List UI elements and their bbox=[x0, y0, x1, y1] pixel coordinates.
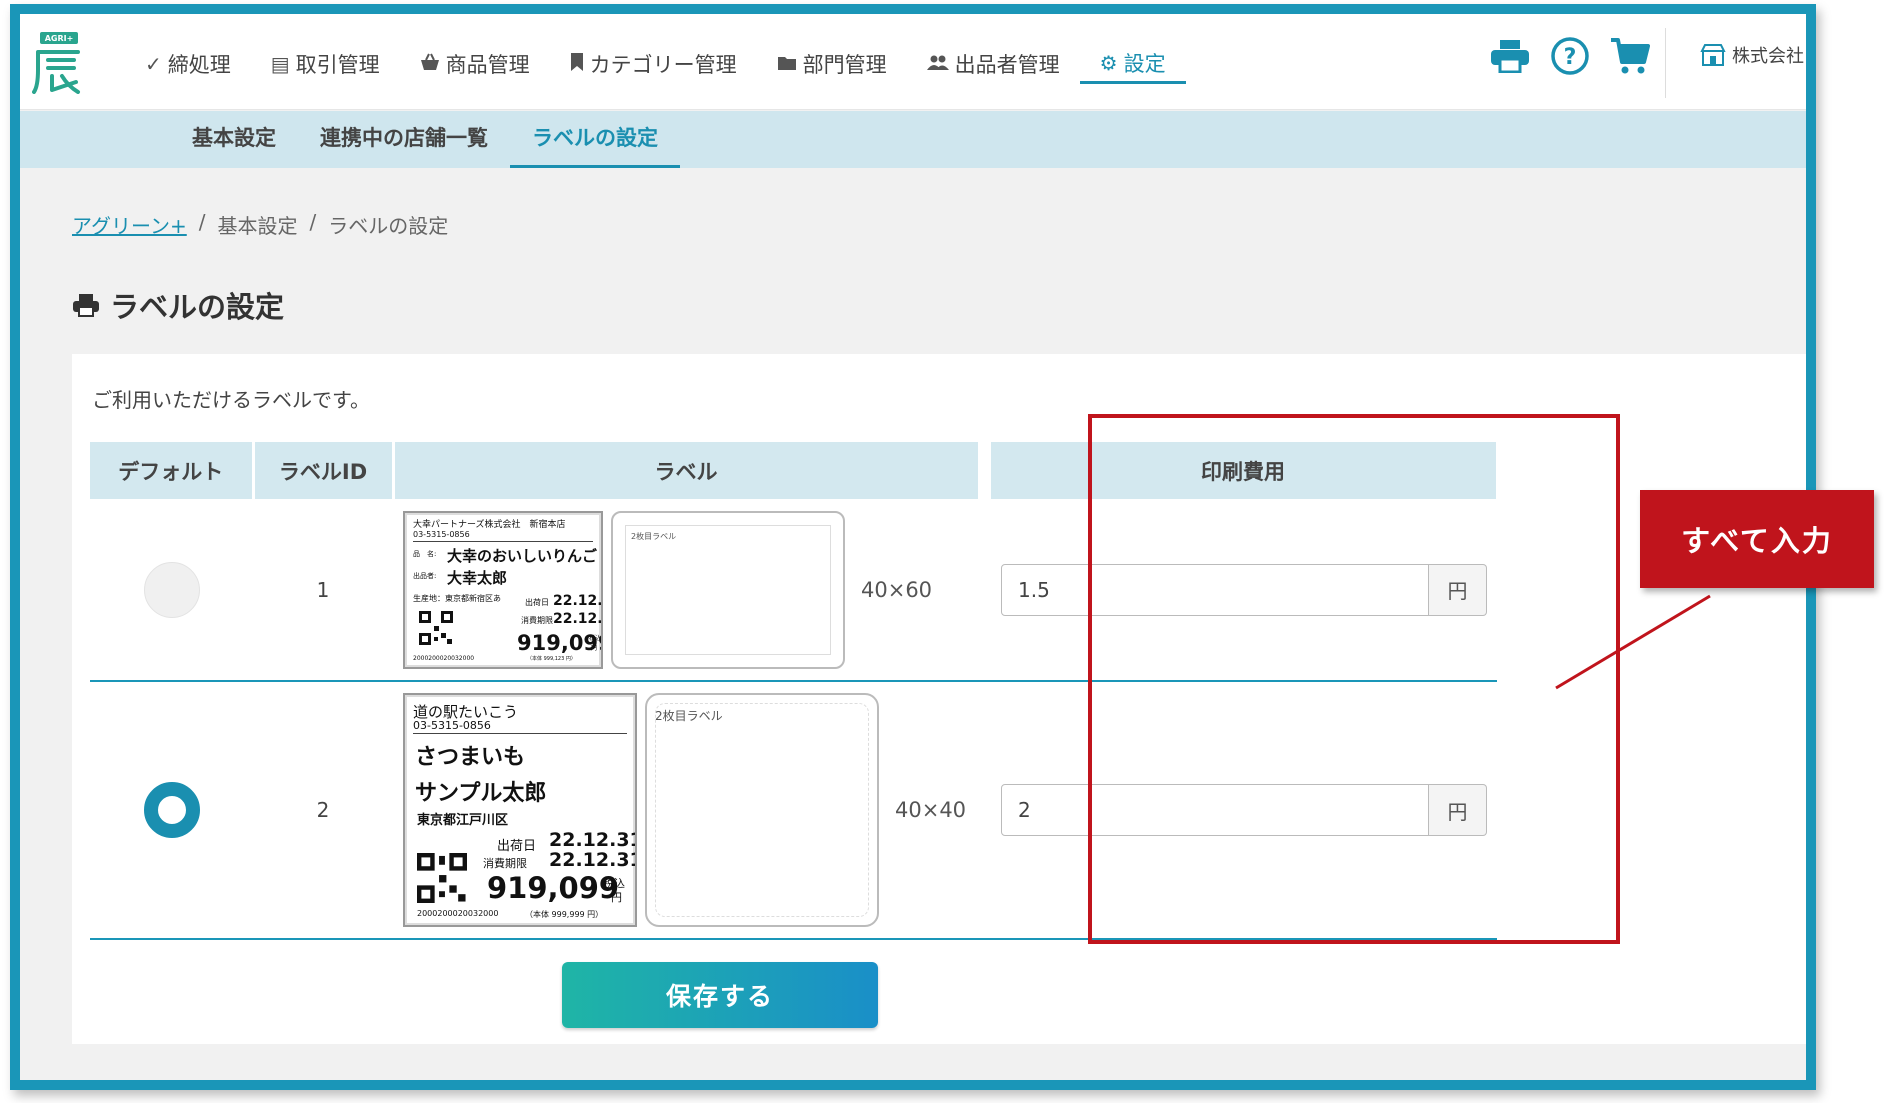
gear-icon: ⚙ bbox=[1099, 50, 1118, 75]
label-id-cell: 2 bbox=[253, 681, 393, 940]
sticker-producer: サンプル太郎 bbox=[415, 781, 547, 806]
qr-code-icon bbox=[417, 853, 467, 903]
second-label-preview: 2枚目ラベル bbox=[611, 510, 845, 669]
bookmark-icon bbox=[570, 52, 584, 77]
column-header-label-id: ラベルID bbox=[253, 442, 395, 499]
company-name: 株式会社ア bbox=[1732, 46, 1816, 67]
column-header-label: ラベル bbox=[393, 442, 981, 499]
nav-settings[interactable]: ⚙ 設定 bbox=[1079, 44, 1186, 84]
sticker-producer-prefix: 出品者: bbox=[413, 571, 437, 580]
qr-code-icon bbox=[419, 610, 453, 645]
nav-label: 取引管理 bbox=[295, 53, 380, 77]
page-title-text: ラベルの設定 bbox=[110, 290, 285, 324]
top-header: AGRI+ ✓ 締処理 ▤ 取引管理 商品管理 カテゴリー管理 部門管理 出品者… bbox=[20, 14, 1806, 110]
basket-icon bbox=[420, 52, 440, 76]
subnav-linked-stores[interactable]: 連携中の店舗一覧 bbox=[298, 111, 510, 168]
sticker-phone: 03-5315-0856 bbox=[413, 719, 491, 732]
sticker-product-prefix: 品 名: bbox=[413, 549, 437, 558]
logo-text: AGRI+ bbox=[45, 34, 74, 43]
sticker-ship-label: 出荷日 bbox=[497, 839, 537, 854]
nav-products[interactable]: 商品管理 bbox=[400, 44, 550, 84]
sticker-expiry-label: 消費期限 bbox=[483, 857, 527, 870]
second-label-text: 2枚目ラベル bbox=[631, 531, 677, 541]
breadcrumb-level1: 基本設定 bbox=[217, 214, 298, 238]
subnav-basic-settings[interactable]: 基本設定 bbox=[170, 111, 298, 168]
breadcrumb-current: ラベルの設定 bbox=[328, 214, 449, 238]
users-icon bbox=[926, 52, 949, 76]
sticker-origin: 東京都江戸川区 bbox=[417, 813, 509, 828]
header-divider bbox=[1665, 28, 1666, 98]
svg-text:?: ? bbox=[1564, 45, 1577, 70]
sticker-expiry-label: 消費期限 bbox=[521, 615, 553, 625]
sticker-barcode-number: 2000200020032000 bbox=[413, 654, 475, 662]
check-circle-icon: ✓ bbox=[145, 52, 162, 76]
sticker-yen: 円 bbox=[591, 644, 598, 652]
printer-icon[interactable] bbox=[1490, 36, 1530, 76]
receipt-icon: ▤ bbox=[270, 52, 290, 76]
sticker-origin: 生産地：東京都新宿区あ bbox=[413, 593, 501, 603]
help-icon[interactable]: ? bbox=[1550, 36, 1590, 76]
nav-exhibitors[interactable]: 出品者管理 bbox=[907, 44, 1080, 84]
second-label-preview: 2枚目ラベル bbox=[645, 693, 879, 927]
annotation-highlight-box bbox=[1088, 414, 1620, 944]
sticker-price: 919,099 bbox=[487, 871, 620, 905]
main-nav: ✓ 締処理 ▤ 取引管理 商品管理 カテゴリー管理 部門管理 出品者管理 ⚙ 設… bbox=[125, 44, 1186, 84]
nav-label: 締処理 bbox=[167, 53, 231, 77]
label-preview: 道の駅たいこう 03-5315-0856 さつまいも サンプル太郎 東京都江戸川… bbox=[403, 693, 637, 927]
nav-label: カテゴリー管理 bbox=[589, 53, 737, 77]
sticker-product: 大幸のおいしいりんご bbox=[447, 546, 598, 565]
sticker-base-price: （本体 999,123 円） bbox=[527, 655, 576, 662]
sticker-phone: 03-5315-0856 bbox=[413, 529, 470, 539]
nav-categories[interactable]: カテゴリー管理 bbox=[550, 44, 757, 84]
breadcrumb-root[interactable]: アグリーン+ bbox=[72, 210, 187, 239]
store-icon bbox=[1700, 44, 1726, 66]
nav-label: 商品管理 bbox=[445, 53, 530, 77]
label-preview: 大幸パートナーズ株式会社 新宿本店 03-5315-0856 品 名: 大幸のお… bbox=[403, 510, 603, 669]
card-description: ご利用いただけるラベルです。 bbox=[92, 388, 370, 412]
save-button[interactable]: 保存する bbox=[562, 962, 878, 1028]
label-size: 40×40 bbox=[895, 798, 967, 822]
printer-icon bbox=[73, 294, 99, 317]
sticker-expiry-date: 22.12.31 bbox=[553, 610, 603, 627]
company-menu[interactable]: 株式会社ア bbox=[1700, 42, 1816, 68]
breadcrumb: アグリーン+ / 基本設定 / ラベルの設定 bbox=[72, 210, 448, 239]
header-actions: ? bbox=[1490, 36, 1650, 76]
breadcrumb-separator: / bbox=[198, 210, 206, 234]
default-radio[interactable] bbox=[143, 782, 200, 838]
column-header-default: デフォルト bbox=[90, 442, 255, 499]
nav-label: 出品者管理 bbox=[954, 53, 1060, 77]
sticker-base-price: （本体 999,999 円） bbox=[525, 910, 604, 919]
sticker-product: さつまいも bbox=[415, 745, 526, 770]
page-title: ラベルの設定 bbox=[72, 284, 284, 326]
agri-logo[interactable]: AGRI+ bbox=[32, 30, 84, 94]
nav-departments[interactable]: 部門管理 bbox=[757, 44, 907, 84]
sticker-expiry-date: 22.12.31 bbox=[549, 849, 637, 871]
column-gap bbox=[979, 442, 991, 499]
folder-icon bbox=[777, 52, 797, 76]
sticker-ship-label: 出荷日 bbox=[525, 597, 549, 607]
nav-label: 部門管理 bbox=[802, 53, 887, 77]
second-label-text: 2枚目ラベル bbox=[655, 709, 723, 723]
sticker-ship-date: 22.12.31 bbox=[553, 592, 603, 609]
breadcrumb-separator: / bbox=[309, 210, 317, 234]
sticker-yen: 円 bbox=[611, 891, 622, 904]
sticker-tax: 税込 bbox=[589, 634, 602, 642]
cart-icon[interactable] bbox=[1610, 36, 1650, 76]
label-id-cell: 1 bbox=[253, 499, 393, 682]
sticker-barcode-number: 2000200020032000 bbox=[417, 909, 499, 918]
label-size: 40×60 bbox=[861, 577, 933, 602]
nav-transactions[interactable]: ▤ 取引管理 bbox=[251, 44, 400, 84]
default-radio[interactable] bbox=[143, 561, 200, 618]
subnav-label-settings[interactable]: ラベルの設定 bbox=[510, 111, 680, 168]
sticker-store: 大幸パートナーズ株式会社 新宿本店 bbox=[413, 519, 566, 530]
sub-nav: 基本設定 連携中の店舗一覧 ラベルの設定 bbox=[20, 111, 1806, 168]
sticker-ship-date: 22.12.31 bbox=[549, 829, 637, 851]
nav-close-processing[interactable]: ✓ 締処理 bbox=[125, 44, 251, 84]
nav-label: 設定 bbox=[1123, 51, 1166, 76]
sticker-producer: 大幸太郎 bbox=[447, 568, 508, 587]
annotation-callout: すべて入力 bbox=[1640, 490, 1874, 588]
